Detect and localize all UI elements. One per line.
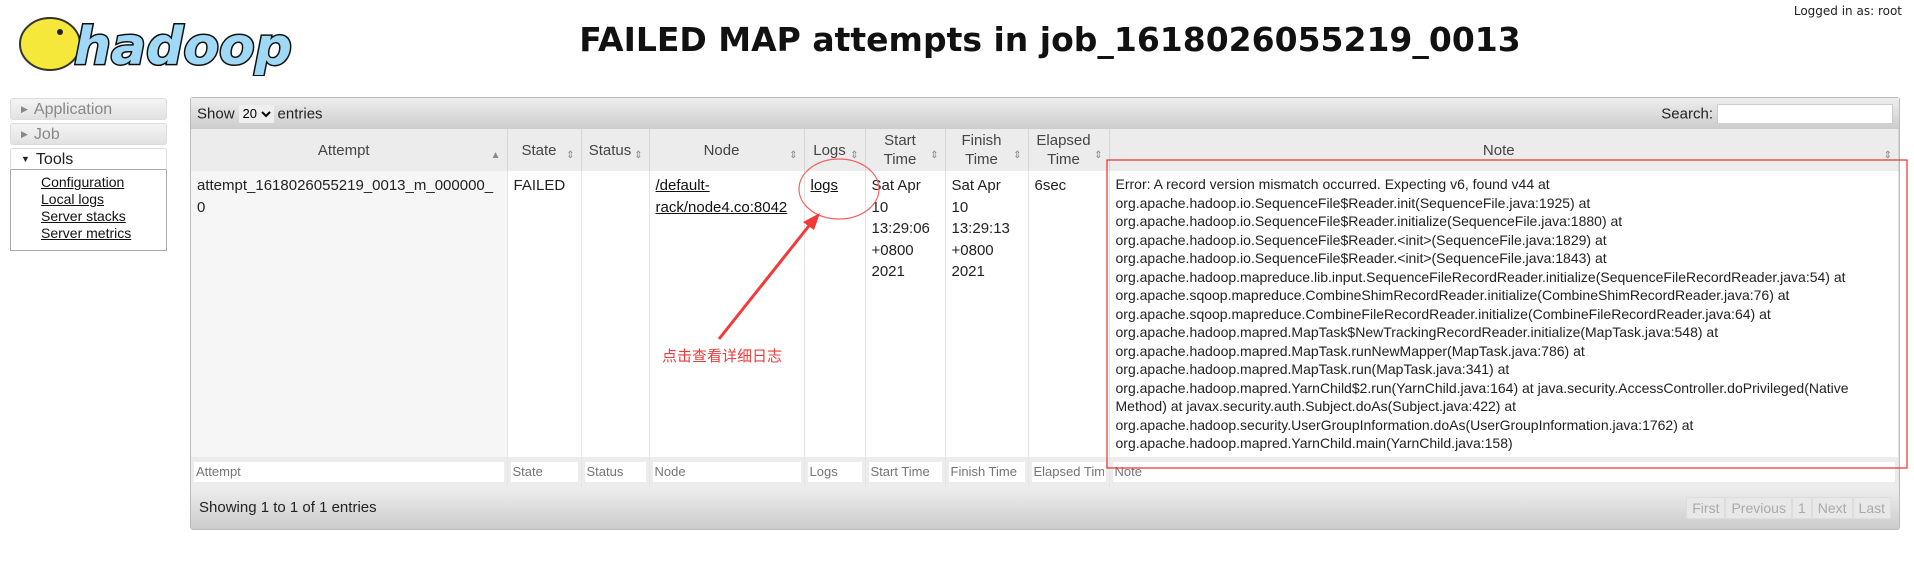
sidebar-job[interactable]: ▶ Job	[10, 123, 167, 145]
hadoop-logo: hadoop	[19, 16, 294, 76]
col-node[interactable]: Node ⇕	[649, 129, 805, 171]
search-input[interactable]	[1717, 103, 1893, 124]
sort-icon: ⇕	[789, 150, 798, 161]
col-logs[interactable]: Logs ⇕	[804, 129, 866, 171]
svg-text:hadoop: hadoop	[74, 17, 292, 76]
col-start-time[interactable]: Start Time ⇕	[865, 129, 946, 171]
sort-icon: ⇕	[566, 150, 575, 161]
filter-state[interactable]	[510, 461, 578, 482]
cell-attempt: attempt_1618026055219_0013_m_000000_0	[191, 171, 508, 457]
search-label: Search:	[1661, 105, 1713, 122]
label: Start Time	[883, 132, 917, 168]
sort-icon: ⇕	[1883, 150, 1892, 161]
caret-down-icon: ▼	[21, 154, 30, 164]
link-server-metrics[interactable]: Server metrics	[41, 225, 166, 242]
node-link[interactable]: /default-rack/node4.co:8042	[656, 177, 788, 216]
label: Note	[1482, 141, 1515, 159]
label: Tools	[35, 151, 74, 168]
label: Application	[33, 101, 113, 118]
cell-note: Error: A record version mismatch occurre…	[1109, 171, 1899, 457]
col-state[interactable]: State ⇕	[507, 129, 582, 171]
cell-start-time: Sat Apr 10 13:29:06 +0800 2021	[865, 171, 946, 457]
sort-icon: ⇕	[850, 150, 859, 161]
pagination: First Previous 1 Next Last	[1686, 496, 1891, 519]
annotation-text: 点击查看详细日志	[662, 347, 783, 365]
col-note[interactable]: Note ⇕	[1109, 129, 1899, 171]
sort-icon: ⇕	[1094, 150, 1103, 161]
sort-icon: ⇕	[634, 150, 643, 161]
page-last[interactable]: Last	[1852, 496, 1891, 519]
cell-logs: logs	[804, 171, 866, 457]
filter-start-time[interactable]	[868, 461, 942, 482]
caret-right-icon: ▶	[21, 129, 28, 139]
link-configuration[interactable]: Configuration	[41, 174, 166, 191]
sidebar-application[interactable]: ▶ Application	[10, 98, 167, 120]
sort-icon: ⇕	[930, 150, 939, 161]
cell-finish-time: Sat Apr 10 13:29:13 +0800 2021	[945, 171, 1029, 457]
logged-in-user: Logged in as: root	[1793, 4, 1902, 18]
sidebar: ▶ Application ▶ Job ▼ Tools Configuration L…	[10, 98, 167, 251]
cell-elapsed: 6sec	[1028, 171, 1110, 457]
page-title: FAILED MAP attempts in job_1618026055219…	[579, 20, 1521, 59]
col-status[interactable]: Status ⇕	[581, 129, 650, 171]
sidebar-tools[interactable]: ▼ Tools	[10, 148, 167, 170]
cell-node: /default-rack/node4.co:8042	[649, 171, 805, 457]
table-row: attempt_1618026055219_0013_m_000000_0 FA…	[191, 171, 1899, 457]
filter-node[interactable]	[652, 461, 801, 482]
logs-link[interactable]: logs	[811, 177, 839, 194]
label: Status	[588, 141, 632, 159]
entries-label: entries	[277, 105, 323, 122]
filter-attempt[interactable]	[194, 461, 504, 482]
sort-asc-icon: ▲	[490, 150, 501, 161]
filter-note[interactable]	[1112, 461, 1895, 482]
label: Logs	[813, 141, 846, 159]
col-attempt[interactable]: Attempt ▲	[191, 129, 508, 171]
filter-status[interactable]	[584, 461, 646, 482]
label: Job	[33, 126, 60, 143]
page-previous[interactable]: Previous	[1725, 496, 1792, 519]
caret-right-icon: ▶	[21, 104, 28, 114]
page-first[interactable]: First	[1686, 496, 1726, 519]
label: State	[521, 141, 557, 159]
col-finish-time[interactable]: Finish Time ⇕	[945, 129, 1029, 171]
filter-logs[interactable]	[807, 461, 862, 482]
page-1[interactable]: 1	[1791, 496, 1812, 519]
table-info: Showing 1 to 1 of 1 entries	[199, 499, 377, 516]
link-server-stacks[interactable]: Server stacks	[41, 208, 166, 225]
col-elapsed-time[interactable]: Elapsed Time ⇕	[1028, 129, 1110, 171]
link-local-logs[interactable]: Local logs	[41, 191, 166, 208]
show-label: Show	[197, 105, 235, 122]
sort-icon: ⇕	[1013, 150, 1022, 161]
attempts-table: Show 20 entries Search: Attempt ▲ State ⇕ St…	[190, 97, 1900, 530]
page-next[interactable]: Next	[1811, 496, 1853, 519]
label: Finish Time	[961, 132, 1002, 168]
label: Elapsed Time	[1036, 132, 1091, 168]
cell-status	[581, 171, 650, 457]
cell-state: FAILED	[507, 171, 582, 457]
label: Node	[703, 141, 740, 159]
filter-finish-time[interactable]	[948, 461, 1025, 482]
filter-elapsed-time[interactable]	[1031, 461, 1106, 482]
label: Attempt	[317, 141, 370, 159]
page-size-select[interactable]: 20	[238, 104, 274, 123]
